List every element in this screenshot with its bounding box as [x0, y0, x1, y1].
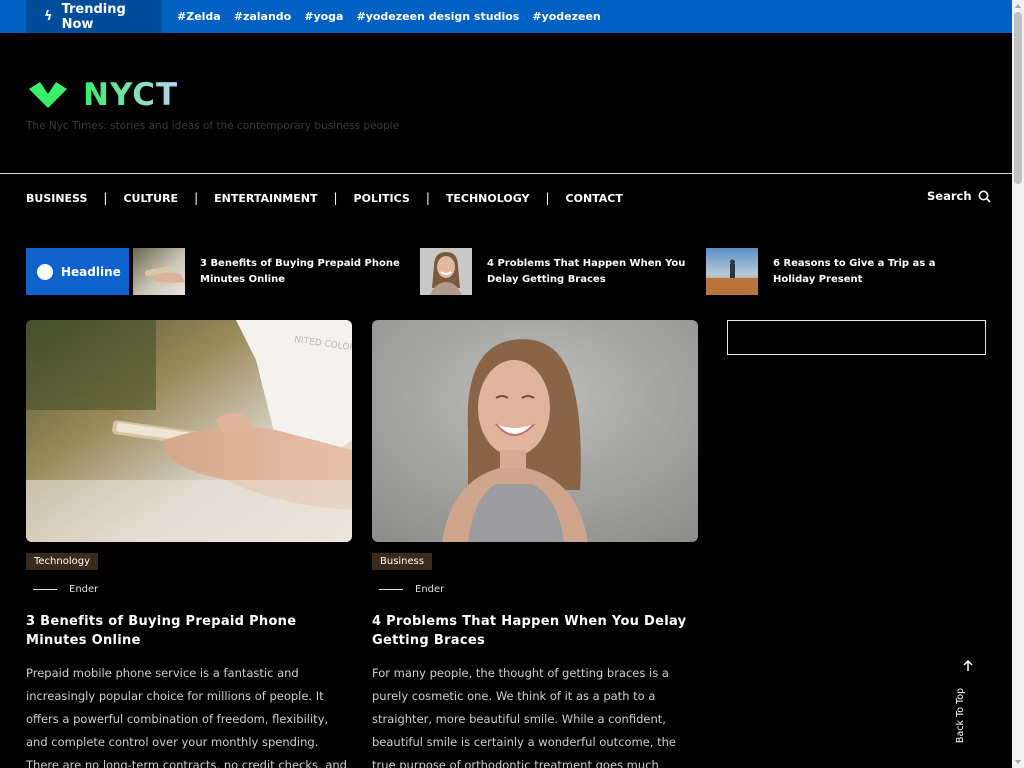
nav-separator: | — [545, 191, 550, 205]
nav-item-politics[interactable]: POLITICS — [354, 192, 410, 205]
page-scrollbar[interactable] — [1012, 0, 1024, 768]
circle-icon — [37, 263, 53, 280]
site-tagline: The Nyc Times: stories and ideas of the … — [26, 120, 400, 132]
nav-separator: | — [425, 191, 430, 205]
category-badge[interactable]: Business — [372, 553, 433, 570]
nav-item-culture[interactable]: CULTURE — [123, 192, 178, 205]
header-divider — [0, 173, 1012, 174]
nav-separator: | — [194, 191, 199, 205]
post-title[interactable]: 4 Problems That Happen When You Delay Ge… — [372, 612, 698, 650]
nav-item-contact[interactable]: CONTACT — [566, 192, 623, 205]
trending-tag-zelda[interactable]: #Zelda — [177, 10, 221, 23]
nav-item-entertainment[interactable]: ENTERTAINMENT — [214, 192, 317, 205]
search-button[interactable]: Search — [927, 189, 991, 203]
post-excerpt: For many people, the thought of getting … — [372, 666, 676, 768]
site-logo[interactable]: NYCT — [26, 77, 177, 113]
search-label: Search — [927, 189, 972, 203]
post-title[interactable]: 3 Benefits of Buying Prepaid Phone Minut… — [26, 612, 352, 650]
author-name[interactable]: Ender — [415, 584, 444, 595]
arrow-up-icon — [963, 660, 973, 671]
sidebar-widget — [727, 320, 986, 355]
headline-title[interactable]: 3 Benefits of Buying Prepaid Phone Minut… — [200, 256, 400, 288]
nav-item-business[interactable]: BUSINESS — [26, 192, 87, 205]
scroll-up-arrow-icon[interactable] — [1015, 4, 1021, 8]
headline-item[interactable]: 3 Benefits of Buying Prepaid Phone Minut… — [133, 248, 400, 295]
back-to-top-label: Back To Top — [955, 687, 967, 744]
trending-tag-yodezeen[interactable]: #yodezeen — [532, 10, 600, 23]
nav-item-technology[interactable]: TECHNOLOGY — [446, 192, 530, 205]
nav-separator: | — [103, 191, 108, 205]
main-nav: BUSINESS | CULTURE | ENTERTAINMENT | POL… — [26, 190, 623, 206]
nav-separator: | — [333, 191, 338, 205]
post-excerpt: Prepaid mobile phone service is a fantas… — [26, 666, 347, 768]
site-name: NYCT — [83, 77, 179, 113]
headline-item[interactable]: 6 Reasons to Give a Trip as a Holiday Pr… — [706, 248, 973, 295]
trending-tags: #Zelda #zalando #yoga #yodezeen design s… — [177, 0, 614, 33]
post-image-phone[interactable]: NITED COLORS — [26, 320, 352, 542]
lightning-icon: ϟ — [44, 9, 53, 24]
headline-thumb-phone — [133, 248, 185, 295]
trending-label: ϟ Trending Now — [26, 0, 162, 33]
author-line — [379, 589, 403, 590]
post-image-woman[interactable] — [372, 320, 698, 542]
trending-tag-zalando[interactable]: #zalando — [234, 10, 292, 23]
headline-label: Headline — [61, 264, 121, 279]
trending-bar: ϟ Trending Now #Zelda #zalando #yoga #yo… — [0, 0, 1012, 33]
search-icon — [978, 190, 991, 203]
headline-title[interactable]: 4 Problems That Happen When You Delay Ge… — [487, 256, 687, 288]
trending-label-text: Trending Now — [61, 1, 126, 32]
author-line — [33, 589, 57, 590]
headline-thumb-traveler — [706, 248, 758, 295]
trending-tag-yoga[interactable]: #yoga — [304, 10, 343, 23]
back-to-top-button[interactable]: Back To Top — [955, 660, 981, 750]
headline-badge: Headline — [26, 248, 129, 295]
post-author: Ender — [26, 584, 352, 595]
headline-item[interactable]: 4 Problems That Happen When You Delay Ge… — [420, 248, 687, 295]
scrollbar-thumb[interactable] — [1014, 12, 1022, 184]
trending-tag-yodezeen-design-studios[interactable]: #yodezeen design studios — [356, 10, 519, 23]
post-card: Business Ender 4 Problems That Happen Wh… — [372, 320, 698, 768]
post-card: NITED COLORS Technology Ender 3 Benefits… — [26, 320, 352, 768]
post-author: Ender — [372, 584, 698, 595]
scroll-down-arrow-icon[interactable] — [1015, 760, 1021, 764]
headline-title[interactable]: 6 Reasons to Give a Trip as a Holiday Pr… — [773, 256, 973, 288]
author-name[interactable]: Ender — [69, 584, 98, 595]
headline-thumb-woman — [420, 248, 472, 295]
checkmark-logo-icon — [29, 82, 67, 108]
category-badge[interactable]: Technology — [26, 553, 99, 570]
